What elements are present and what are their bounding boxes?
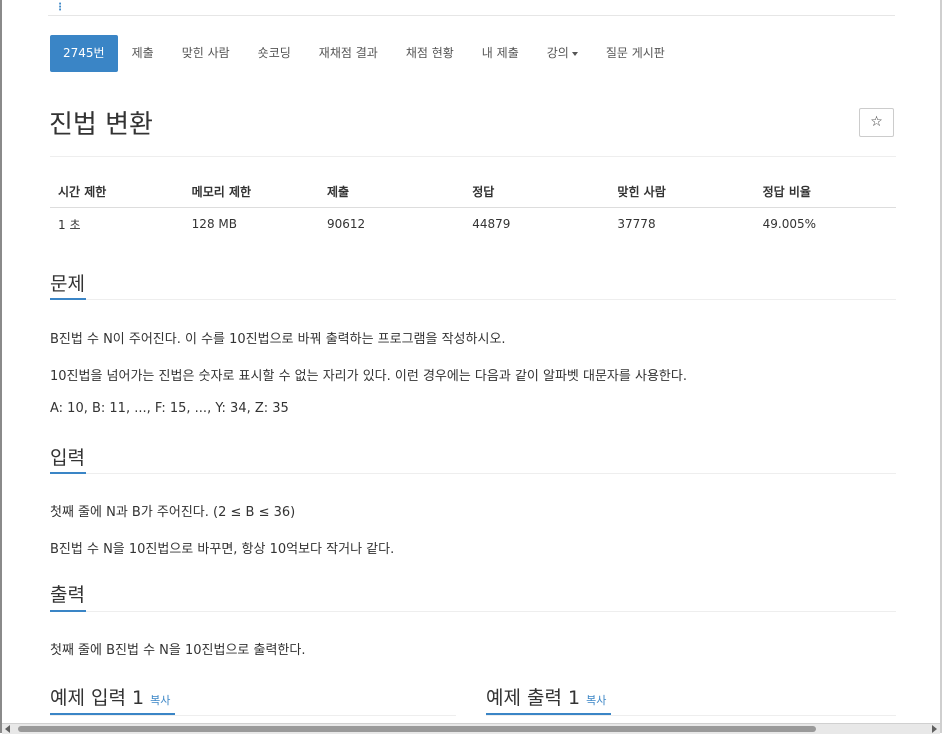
star-icon: ☆ — [870, 114, 883, 130]
sample-input-heading: 예제 입력 1 복사 — [50, 683, 170, 710]
star-button[interactable]: ☆ — [859, 108, 894, 137]
tab-submit[interactable]: 제출 — [118, 35, 168, 72]
section-description-divider — [50, 299, 896, 300]
sample-output-divider — [486, 715, 896, 716]
description-paragraph: 10진법을 넘어가는 진법은 숫자로 표시할 수 없는 자리가 있다. 이런 경… — [50, 369, 687, 384]
title-divider — [50, 156, 896, 157]
sample-output-accent — [486, 713, 611, 715]
section-description-accent — [50, 298, 86, 300]
sample-output-heading: 예제 출력 1 복사 — [486, 683, 606, 710]
output-paragraph: 첫째 줄에 B진법 수 N을 10진법으로 출력한다. — [50, 643, 306, 658]
tab-lectures-dropdown[interactable]: 강의 — [533, 35, 592, 72]
info-value-memory-limit: 128 MB — [191, 217, 237, 231]
section-input-heading: 입력 — [50, 447, 85, 469]
problem-nav-tabs: 2745번 제출 맞힌 사람 숏코딩 재채점 결과 채점 현황 내 제출 강의 … — [50, 35, 679, 72]
problem-info-table: 시간 제한 메모리 제한 제출 정답 맞힌 사람 정답 비율 1 초 128 M… — [50, 175, 896, 240]
info-value-row: 1 초 128 MB 90612 44879 37778 49.005% — [50, 208, 896, 241]
input-paragraph: B진법 수 N을 10진법으로 바꾸면, 항상 10억보다 작거나 같다. — [50, 542, 395, 557]
description-paragraph: A: 10, B: 11, ..., F: 15, ..., Y: 34, Z:… — [50, 401, 289, 416]
info-header-submissions: 제출 — [319, 175, 465, 208]
problem-title: 진법 변환 — [49, 110, 153, 140]
scrollbar-thumb[interactable] — [18, 726, 816, 732]
top-bar — [48, 0, 895, 16]
sample-input-accent — [50, 713, 175, 715]
info-value-time-limit: 1 초 — [58, 217, 81, 232]
copy-sample-input-link[interactable]: 복사 — [150, 694, 170, 707]
info-header-accepted: 정답 — [464, 175, 610, 208]
sample-output-title: 예제 출력 1 — [486, 687, 581, 709]
horizontal-scrollbar[interactable] — [2, 723, 940, 734]
section-input-accent — [50, 472, 86, 474]
tab-solved-users[interactable]: 맞힌 사람 — [168, 35, 244, 72]
caret-down-icon — [571, 51, 578, 56]
tab-short-coding[interactable]: 숏코딩 — [244, 35, 305, 72]
section-input-divider — [50, 473, 896, 474]
section-output-divider — [50, 611, 896, 612]
sample-input-divider — [50, 715, 456, 716]
section-description-heading: 문제 — [50, 273, 85, 295]
tab-problem-number[interactable]: 2745번 — [50, 35, 118, 72]
scroll-right-icon[interactable] — [932, 725, 937, 733]
info-value-accept-rate: 49.005% — [762, 217, 816, 231]
info-header-time-limit: 시간 제한 — [50, 175, 184, 208]
tab-rejudge-results[interactable]: 재채점 결과 — [305, 35, 392, 72]
tab-lectures-label: 강의 — [546, 46, 569, 60]
window-left-border — [0, 0, 2, 733]
info-header-memory-limit: 메모리 제한 — [183, 175, 319, 208]
tab-question-board[interactable]: 질문 게시판 — [592, 35, 679, 72]
copy-sample-output-link[interactable]: 복사 — [586, 694, 606, 707]
more-options-icon[interactable]: ⋮ — [55, 3, 65, 13]
info-value-submissions: 90612 — [327, 217, 366, 231]
info-header-accept-rate: 정답 비율 — [754, 175, 896, 208]
section-output-heading: 출력 — [50, 584, 85, 606]
info-header-solvers: 맞힌 사람 — [609, 175, 755, 208]
tab-my-submissions[interactable]: 내 제출 — [468, 35, 533, 72]
input-paragraph: 첫째 줄에 N과 B가 주어진다. (2 ≤ B ≤ 36) — [50, 505, 296, 520]
tab-judge-status[interactable]: 채점 현황 — [392, 35, 468, 72]
scroll-left-icon[interactable] — [5, 725, 10, 733]
section-output-accent — [50, 610, 86, 612]
sample-input-title: 예제 입력 1 — [50, 687, 145, 709]
description-paragraph: B진법 수 N이 주어진다. 이 수를 10진법으로 바꿔 출력하는 프로그램을… — [50, 332, 506, 347]
info-header-row: 시간 제한 메모리 제한 제출 정답 맞힌 사람 정답 비율 — [50, 175, 896, 208]
info-value-accepted: 44879 — [472, 217, 511, 231]
info-value-solvers: 37778 — [617, 217, 656, 231]
